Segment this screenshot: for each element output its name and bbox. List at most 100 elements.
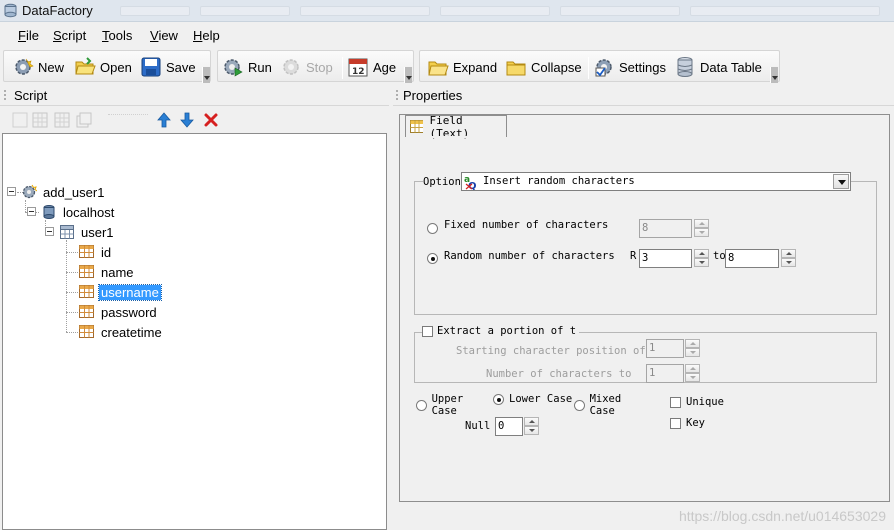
tree-connector	[66, 332, 78, 333]
char-count-label: Number of characters to	[486, 368, 632, 380]
mixed-case-radio[interactable]: Mixed Case	[574, 393, 650, 417]
stop-button[interactable]: Stop	[280, 56, 333, 78]
move-down-icon[interactable]	[179, 111, 195, 129]
run-button[interactable]: Run	[222, 56, 272, 78]
key-checkbox[interactable]: Key	[670, 417, 705, 429]
field-properties-area: Option aQ Insert random characters Fixed…	[399, 114, 890, 502]
null-input[interactable]: 0	[495, 417, 523, 436]
table-icon	[60, 225, 74, 239]
menu-file[interactable]: File	[18, 28, 39, 43]
background-tab	[560, 6, 680, 16]
delete-icon[interactable]	[203, 112, 219, 128]
collapse-server-icon[interactable]	[27, 207, 36, 216]
new-label: New	[38, 59, 65, 75]
field-icon	[79, 285, 94, 298]
random-to-label: to	[713, 250, 726, 262]
database-icon	[677, 57, 693, 77]
chevron-down-icon[interactable]	[833, 174, 849, 189]
random-from-input[interactable]: 3	[639, 249, 692, 268]
panel-grip-icon	[4, 90, 6, 100]
menu-tools[interactable]: Tools	[102, 28, 132, 43]
script-gear-icon	[22, 184, 37, 199]
panel-grip-icon	[396, 90, 398, 100]
add-field-icon[interactable]	[54, 112, 70, 128]
datafactory-app-icon	[4, 3, 17, 18]
random-r-label: R	[630, 250, 637, 262]
move-up-icon[interactable]	[156, 111, 172, 129]
lower-case-radio[interactable]: Lower Case	[493, 393, 572, 405]
start-position-stepper[interactable]	[685, 339, 700, 358]
tree-node-server[interactable]: localhost	[41, 203, 116, 221]
collapse-root-icon[interactable]	[7, 187, 16, 196]
collapse-table-icon[interactable]	[45, 227, 54, 236]
random-radio[interactable]	[427, 250, 438, 265]
option-dropdown[interactable]: aQ Insert random characters	[461, 172, 851, 191]
fixed-count-stepper[interactable]	[694, 219, 709, 238]
settings-button[interactable]: Settings	[593, 56, 666, 78]
age-button[interactable]: 12 Age	[347, 56, 396, 78]
field-icon	[79, 265, 94, 278]
toolbar-separator	[342, 57, 343, 79]
copy-icon[interactable]	[76, 112, 92, 128]
upper-case-radio[interactable]: Upper Case	[416, 393, 492, 417]
add-grid-icon[interactable]	[32, 112, 48, 128]
tree-connector	[66, 312, 78, 313]
tree-node-field[interactable]: createtime	[79, 323, 164, 341]
expand-button[interactable]: Expand	[427, 56, 497, 78]
background-tab	[120, 6, 190, 16]
stop-label: Stop	[306, 59, 333, 75]
new-button[interactable]: New	[12, 56, 64, 78]
svg-text:12: 12	[352, 67, 365, 77]
toolbar-placeholder	[108, 114, 148, 126]
script-panel-header: Script	[0, 86, 389, 106]
save-floppy-icon	[141, 57, 161, 77]
unique-checkbox[interactable]: Unique	[670, 396, 724, 408]
window-title: DataFactory	[22, 3, 93, 18]
tree-node-field[interactable]: password	[79, 303, 159, 321]
menu-script[interactable]: Script	[53, 28, 86, 43]
tree-node-field[interactable]: name	[79, 263, 136, 281]
random-to-input[interactable]: 8	[725, 249, 779, 268]
start-position-input[interactable]: 1	[646, 339, 684, 358]
run-toolbar-group: Run Stop 12 Age	[217, 50, 414, 83]
tree-node-field[interactable]: username	[79, 283, 162, 301]
collapse-button[interactable]: Collapse	[505, 56, 582, 78]
tree-node-label: createtime	[101, 324, 162, 340]
toolbar-overflow-icon[interactable]	[404, 67, 412, 83]
tree-node-label: localhost	[63, 204, 115, 220]
add-table-icon[interactable]	[12, 112, 28, 128]
mixed-case-label: Mixed Case	[589, 393, 622, 417]
open-button[interactable]: Open	[74, 56, 132, 78]
data-table-button[interactable]: Data Table	[674, 56, 762, 78]
menu-help[interactable]: Help	[193, 28, 220, 43]
fixed-radio[interactable]	[427, 220, 438, 235]
random-to-stepper[interactable]	[781, 249, 796, 268]
tree-node-field[interactable]: id	[79, 243, 113, 261]
char-count-stepper[interactable]	[685, 364, 700, 383]
null-stepper[interactable]	[524, 417, 539, 436]
tree-connector	[66, 292, 78, 293]
data-table-label: Data Table	[700, 59, 762, 75]
view-toolbar-group: Expand Collapse Settings Data Table	[419, 50, 780, 83]
tree-node-label: user1	[81, 224, 114, 240]
char-count-input[interactable]: 1	[646, 364, 684, 383]
fixed-label: Fixed number of characters	[444, 219, 609, 231]
collapse-label: Collapse	[531, 59, 582, 75]
random-from-stepper[interactable]	[694, 249, 709, 268]
extract-checkbox[interactable]: Extract a portion of t	[422, 325, 580, 337]
file-toolbar-group: New Open Save	[3, 50, 211, 83]
fixed-count-input[interactable]: 8	[639, 219, 692, 238]
toolbar-overflow-icon[interactable]	[770, 67, 778, 83]
save-button[interactable]: Save	[140, 56, 196, 78]
save-label: Save	[166, 59, 196, 75]
toolbar-overflow-icon[interactable]	[202, 67, 210, 83]
menu-view[interactable]: View	[150, 28, 178, 43]
settings-gear-icon	[595, 59, 612, 77]
new-gear-icon	[15, 58, 34, 75]
option-group	[414, 181, 877, 315]
title-bar: DataFactory	[0, 0, 894, 22]
tree-node-table[interactable]: user1	[59, 223, 116, 241]
script-tree[interactable]: add_user1 localhost user1 id name username…	[2, 133, 387, 530]
tab-field-text[interactable]: Field (Text)	[405, 114, 507, 140]
tree-node-script[interactable]: add_user1	[21, 183, 106, 201]
